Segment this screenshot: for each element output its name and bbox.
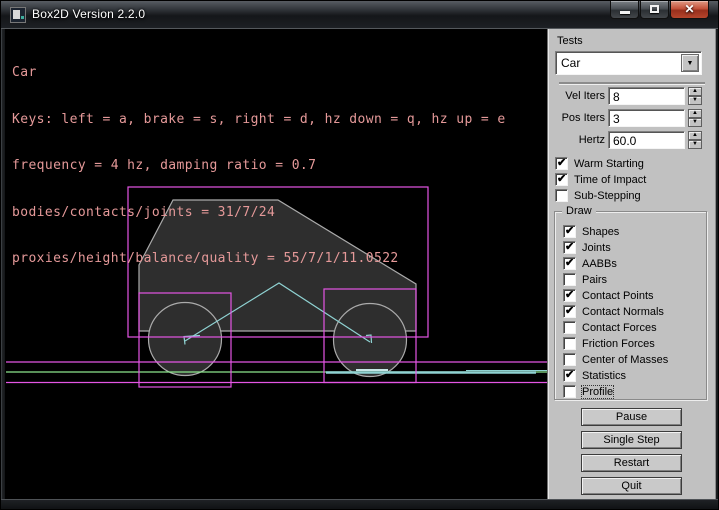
car-rear-wheel — [149, 303, 222, 376]
control-panel: Tests Car ▼ Vel Iters 8 ▲ ▼ Pos Iters 3 … — [547, 29, 716, 501]
simulation-canvas[interactable]: Car Keys: left = a, brake = s, right = d… — [5, 29, 547, 501]
close-icon: ✕ — [671, 2, 708, 16]
separator — [559, 82, 705, 84]
frequency-text: frequency = 4 hz, damping ratio = 0.7 — [12, 158, 506, 174]
spin-down-icon[interactable]: ▼ — [688, 118, 702, 127]
shapes-label: Shapes — [582, 226, 619, 238]
restart-button[interactable]: Restart — [581, 454, 682, 472]
pos-iters-value: 3 — [613, 112, 620, 126]
profile-label: Profile — [582, 386, 613, 398]
window-title: Box2D Version 2.2.0 — [32, 7, 145, 21]
draw-group-label: Draw — [562, 205, 596, 217]
app-window: Box2D Version 2.2.0 ✕ — [0, 0, 719, 510]
pause-button[interactable]: Pause — [581, 408, 682, 426]
spin-up-icon[interactable]: ▲ — [688, 87, 702, 96]
close-button[interactable]: ✕ — [670, 1, 709, 19]
pos-iters-field[interactable]: 3 — [608, 109, 685, 127]
window-controls: ✕ — [609, 1, 709, 19]
minimize-button[interactable] — [610, 1, 639, 19]
tests-label: Tests — [557, 35, 583, 47]
spin-up-icon[interactable]: ▲ — [688, 109, 702, 118]
pairs-label: Pairs — [582, 274, 607, 286]
joints-checkbox[interactable] — [563, 241, 576, 254]
sub-stepping-label: Sub-Stepping — [574, 190, 641, 202]
shapes-checkbox[interactable] — [563, 225, 576, 238]
vel-iters-label: Vel Iters — [548, 90, 605, 102]
aabbs-checkbox[interactable] — [563, 257, 576, 270]
hertz-label: Hertz — [548, 134, 605, 146]
test-title-text: Car — [12, 65, 506, 81]
contact-normals-label: Contact Normals — [582, 306, 664, 318]
restore-icon — [650, 5, 659, 13]
proxies-stats-text: proxies/height/balance/quality = 55/7/1/… — [12, 251, 506, 267]
pairs-checkbox[interactable] — [563, 273, 576, 286]
pos-iters-label: Pos Iters — [548, 112, 605, 124]
aabbs-label: AABBs — [582, 258, 617, 270]
contact-points-label: Contact Points — [582, 290, 654, 302]
hertz-stepper: ▲ ▼ — [688, 131, 702, 149]
pos-iters-stepper: ▲ ▼ — [688, 109, 702, 127]
app-icon — [10, 7, 26, 23]
contact-forces-label: Contact Forces — [582, 322, 657, 334]
statistics-checkbox[interactable] — [563, 369, 576, 382]
contact-normals-checkbox[interactable] — [563, 305, 576, 318]
hertz-field[interactable]: 60.0 — [608, 131, 685, 149]
hertz-value: 60.0 — [613, 134, 636, 148]
stats-overlay: Car Keys: left = a, brake = s, right = d… — [12, 34, 506, 298]
single-step-button[interactable]: Single Step — [581, 431, 682, 449]
quit-button[interactable]: Quit — [581, 477, 682, 495]
contact-forces-checkbox[interactable] — [563, 321, 576, 334]
spin-up-icon[interactable]: ▲ — [688, 131, 702, 140]
vel-iters-field[interactable]: 8 — [608, 87, 685, 105]
titlebar[interactable]: Box2D Version 2.2.0 ✕ — [1, 1, 718, 29]
warm-starting-label: Warm Starting — [574, 158, 644, 170]
warm-starting-checkbox[interactable] — [555, 157, 568, 170]
spin-down-icon[interactable]: ▼ — [688, 96, 702, 105]
friction-forces-label: Friction Forces — [582, 338, 655, 350]
test-select-value: Car — [561, 56, 580, 70]
draw-groupbox: Draw Shapes Joints AABBs Pairs Contact P… — [554, 211, 707, 400]
chevron-down-icon[interactable]: ▼ — [681, 54, 699, 72]
window-frame-bottom — [1, 499, 718, 509]
test-select-dropdown[interactable]: Car ▼ — [555, 51, 702, 75]
vel-iters-stepper: ▲ ▼ — [688, 87, 702, 105]
spin-down-icon[interactable]: ▼ — [688, 140, 702, 149]
car-front-wheel — [334, 304, 407, 377]
keys-help-text: Keys: left = a, brake = s, right = d, hz… — [12, 112, 506, 128]
bodies-stats-text: bodies/contacts/joints = 31/7/24 — [12, 205, 506, 221]
friction-forces-checkbox[interactable] — [563, 337, 576, 350]
center-of-masses-label: Center of Masses — [582, 354, 668, 366]
joints-label: Joints — [582, 242, 611, 254]
time-of-impact-checkbox[interactable] — [555, 173, 568, 186]
minimize-icon — [620, 11, 630, 14]
contact-points-checkbox[interactable] — [563, 289, 576, 302]
center-of-masses-checkbox[interactable] — [563, 353, 576, 366]
vel-iters-value: 8 — [613, 90, 620, 104]
restore-button[interactable] — [640, 1, 669, 19]
time-of-impact-label: Time of Impact — [574, 174, 646, 186]
statistics-label: Statistics — [582, 370, 626, 382]
profile-checkbox[interactable] — [563, 385, 576, 398]
sub-stepping-checkbox[interactable] — [555, 189, 568, 202]
